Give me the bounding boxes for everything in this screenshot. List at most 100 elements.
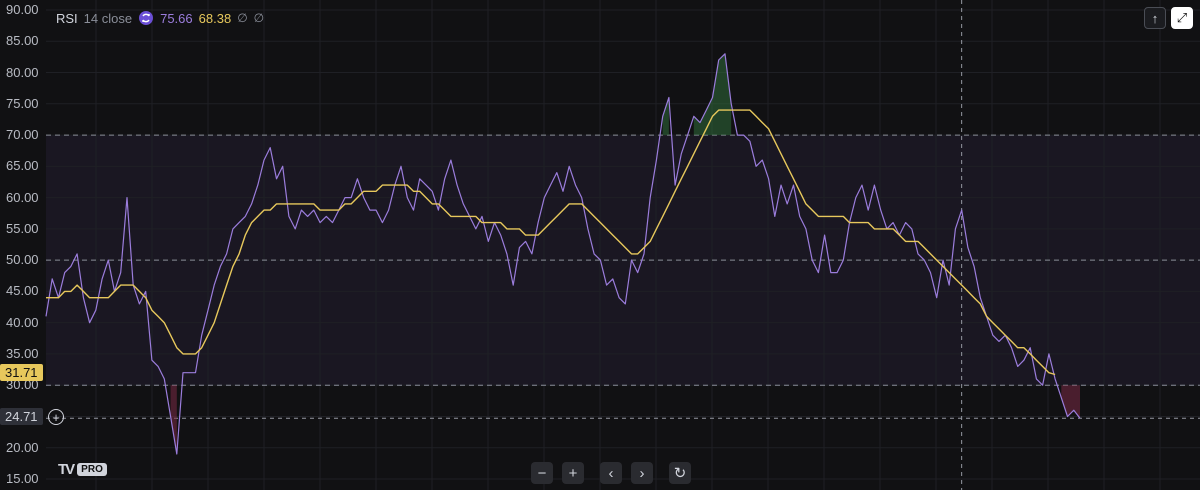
scroll-up-button[interactable]: ↑: [1144, 7, 1166, 29]
rsi-point: [805, 228, 806, 229]
rsi-point: [550, 184, 551, 185]
na-icon-1: ∅: [237, 11, 248, 25]
rsi-point: [612, 278, 613, 279]
rsi-point: [58, 297, 59, 298]
rsi-point: [917, 253, 918, 254]
rsi-point: [930, 272, 931, 273]
rsi-point: [457, 184, 458, 185]
rsi-point: [712, 97, 713, 98]
rsi-point: [70, 266, 71, 267]
rsi-point: [263, 159, 264, 160]
rsi-point: [394, 184, 395, 185]
rsi-point: [1030, 347, 1031, 348]
rsi-point: [544, 197, 545, 198]
rsi-point: [843, 260, 844, 261]
add-alert-plus-icon[interactable]: +: [48, 409, 64, 425]
rsi-point: [650, 197, 651, 198]
rsi-point: [494, 222, 495, 223]
rsi-point: [351, 197, 352, 198]
rsi-point: [824, 235, 825, 236]
rsi-point: [905, 222, 906, 223]
rsi-point: [656, 159, 657, 160]
rsi-point: [506, 253, 507, 254]
rsi-point: [438, 210, 439, 211]
crosshair-price-tag: 24.71: [0, 408, 43, 425]
rsi-point: [207, 310, 208, 311]
rsi-point: [606, 285, 607, 286]
rsi-point: [133, 285, 134, 286]
y-tick-label: 90.00: [6, 2, 39, 17]
rsi-point: [1061, 397, 1062, 398]
rsi-point: [1005, 335, 1006, 336]
rsi-point: [363, 197, 364, 198]
rsi-point: [400, 166, 401, 167]
scroll-left-button[interactable]: ‹: [600, 462, 622, 484]
scroll-right-button[interactable]: ›: [631, 462, 653, 484]
rsi-point: [382, 222, 383, 223]
rsi-point: [1054, 378, 1055, 379]
rsi-point: [675, 184, 676, 185]
chart-canvas[interactable]: [0, 0, 1200, 490]
rsi-point: [344, 197, 345, 198]
rsi-point: [768, 178, 769, 179]
rsi-point: [307, 216, 308, 217]
y-tick-label: 45.00: [6, 283, 39, 299]
rsi-point: [413, 210, 414, 211]
rsi-point: [868, 210, 869, 211]
rsi-point: [874, 184, 875, 185]
rsi-point: [836, 272, 837, 273]
rsi-chart[interactable]: [0, 0, 1200, 490]
rsi-point: [45, 316, 46, 317]
rsi-point: [189, 372, 190, 373]
pro-badge: PRO: [77, 463, 107, 476]
rsi-point: [182, 372, 183, 373]
rsi-point: [376, 210, 377, 211]
ma-price-tag: 31.71: [0, 364, 43, 381]
rsi-point: [232, 228, 233, 229]
rsi-point: [743, 134, 744, 135]
rsi-point: [562, 191, 563, 192]
rsi-point: [251, 203, 252, 204]
rsi-point: [600, 260, 601, 261]
maximize-button[interactable]: ⤢: [1171, 7, 1193, 29]
zoom-in-button[interactable]: +: [562, 462, 584, 484]
arrow-up-icon: ↑: [1151, 10, 1159, 26]
reset-chart-button[interactable]: ↻: [669, 462, 691, 484]
rsi-point: [108, 260, 109, 261]
rsi-point: [114, 291, 115, 292]
rsi-point: [924, 260, 925, 261]
rsi-point: [282, 166, 283, 167]
rsi-point: [974, 266, 975, 267]
plus-icon: +: [568, 464, 578, 482]
indicator-name: RSI: [56, 10, 78, 26]
rsi-point: [1036, 378, 1037, 379]
rsi-point: [662, 116, 663, 117]
rsi-point: [64, 272, 65, 273]
rsi-point: [569, 166, 570, 167]
minus-icon: −: [537, 464, 547, 482]
rsi-point: [214, 285, 215, 286]
chevron-right-icon: ›: [639, 464, 645, 482]
rsi-point: [936, 297, 937, 298]
rsi-point: [295, 228, 296, 229]
rsi-point: [774, 216, 775, 217]
rsi-point: [731, 103, 732, 104]
indicator-legend[interactable]: RSI 14 close 75.66 68.38 ∅ ∅: [56, 10, 264, 26]
rsi-point: [955, 228, 956, 229]
tradingview-logo[interactable]: TV PRO: [58, 461, 107, 478]
rsi-point: [525, 241, 526, 242]
rsi-point: [425, 184, 426, 185]
y-tick-label: 40.00: [6, 314, 39, 330]
rsi-point: [1042, 385, 1043, 386]
rsi-point: [481, 216, 482, 217]
rsi-point: [594, 253, 595, 254]
rsi-point: [488, 241, 489, 242]
zoom-out-button[interactable]: −: [531, 462, 553, 484]
rsi-point: [899, 235, 900, 236]
rsi-point: [139, 303, 140, 304]
rsi-point: [998, 341, 999, 342]
rsi-point: [126, 197, 127, 198]
rsi-point: [587, 228, 588, 229]
rsi-point: [475, 228, 476, 229]
rsi-point: [531, 253, 532, 254]
